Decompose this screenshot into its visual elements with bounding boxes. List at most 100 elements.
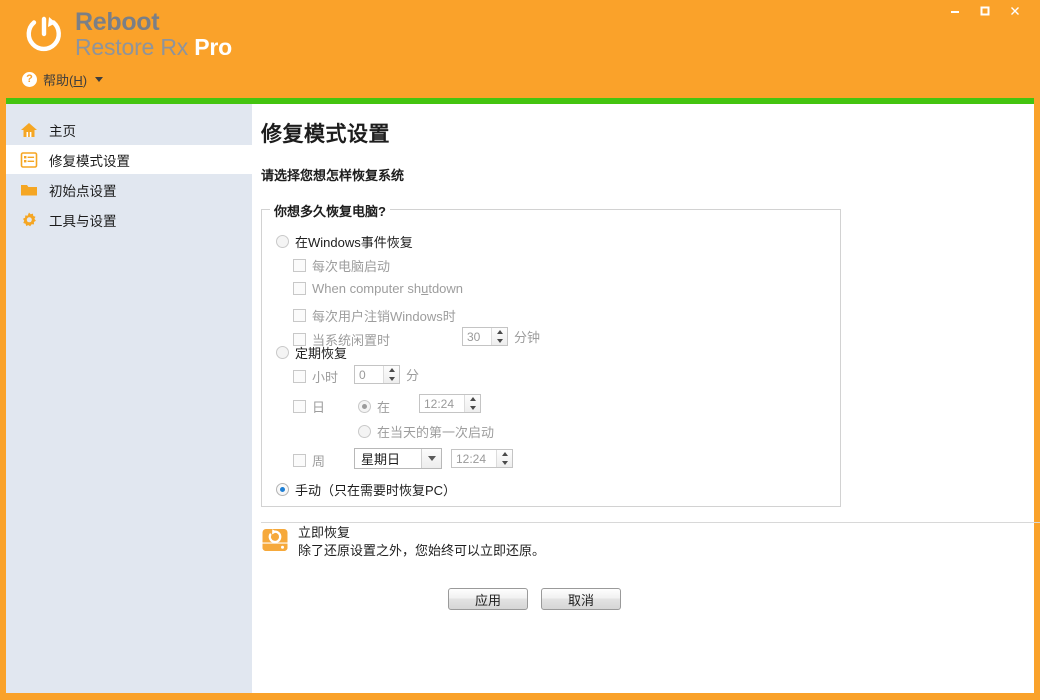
sidebar-item-label: 修复模式设置 [49,153,130,169]
stepper-down-icon[interactable] [465,404,480,413]
close-icon[interactable] [1000,0,1030,22]
checkbox-weeks-label: 周 [312,454,326,469]
day-time-value: 12:24 [424,396,455,411]
radio-periodic[interactable] [276,346,289,359]
week-time-stepper-buttons[interactable] [496,450,512,467]
maximize-icon[interactable] [970,0,1000,22]
sidebar-item-label: 初始点设置 [49,183,117,199]
action-buttons: 应用 取消 [448,588,621,610]
hours-stepper-buttons[interactable] [383,366,399,383]
hours-unit-label: 分 [406,368,420,383]
checkbox-shutdown-label: When computer shutdown [312,281,464,296]
sidebar-item-label: 工具与设置 [49,213,117,229]
brand-pro: Pro [194,34,232,60]
page-subtitle: 请选择您想怎样恢复系统 [261,168,405,183]
checkbox-hours[interactable] [293,370,306,383]
radio-windows-event[interactable] [276,235,289,248]
sidebar-item-repair-mode-settings[interactable]: 修复模式设置 [6,145,252,174]
radio-first-boot[interactable] [358,425,371,438]
radio-at-time[interactable] [358,400,371,413]
checkbox-every-boot-row[interactable]: 每次电脑启动 [293,256,390,275]
home-icon [20,121,38,139]
day-time-group: 12:24 [419,394,481,413]
radio-at-time-row[interactable]: 在 [358,397,390,416]
idle-minutes-stepper-buttons[interactable] [491,328,507,345]
content-pane: 修复模式设置 请选择您想怎样恢复系统 你想多久恢复电脑? 在Windows事件恢… [252,104,1040,693]
radio-manual-row[interactable]: 手动（只在需要时恢复PC） [276,480,456,499]
week-time-stepper[interactable]: 12:24 [451,449,513,468]
sidebar-item-home[interactable]: 主页 [6,115,252,144]
instant-restore-section: 立即恢复 除了还原设置之外，您始终可以立即还原。 [261,524,545,559]
gear-icon [20,211,38,229]
stepper-up-icon[interactable] [497,450,512,459]
radio-manual-label: 手动（只在需要时恢复PC） [295,483,457,498]
minimize-icon[interactable] [940,0,970,22]
checkbox-days[interactable] [293,400,306,413]
stepper-down-icon[interactable] [384,375,399,384]
checkbox-hours-label: 小时 [312,370,339,385]
checkbox-logoff[interactable] [293,309,306,322]
checkbox-every-boot[interactable] [293,259,306,272]
checkbox-weeks-row[interactable]: 周 [293,451,325,470]
radio-windows-event-row[interactable]: 在Windows事件恢复 [276,232,413,251]
idle-minutes-unit-label: 分钟 [514,330,541,345]
checkbox-shutdown-row[interactable]: When computer shutdown [293,281,463,296]
day-time-stepper-buttons[interactable] [464,395,480,412]
question-mark-icon: ? [22,72,37,87]
help-menu-label: 帮助(H) [43,73,88,88]
checkbox-logoff-label: 每次用户注销Windows时 [312,309,456,324]
instant-restore-description: 除了还原设置之外，您始终可以立即还原。 [298,542,546,558]
checkbox-hours-row[interactable]: 小时 [293,367,338,386]
radio-first-boot-row[interactable]: 在当天的第一次启动 [358,422,494,441]
help-menu[interactable]: ? 帮助(H) [22,70,104,89]
idle-minutes-group: 30 分钟 [462,327,540,346]
radio-at-time-label: 在 [377,400,391,415]
day-time-stepper[interactable]: 12:24 [419,394,481,413]
checkbox-logoff-row[interactable]: 每次用户注销Windows时 [293,306,456,325]
app-logo-text: Reboot Restore Rx Pro [75,10,232,59]
chevron-down-icon [95,77,104,82]
cancel-button[interactable]: 取消 [541,588,621,610]
brand-line-1: Reboot [75,8,160,36]
idle-minutes-value: 30 [467,329,481,344]
list-document-icon [20,151,38,169]
week-time-value: 12:24 [456,451,487,466]
weekday-select[interactable]: 星期日 [354,448,442,469]
hours-stepper[interactable]: 0 [354,365,400,384]
weekday-group: 星期日 12:24 [354,448,513,469]
instant-restore-text: 立即恢复 除了还原设置之外，您始终可以立即还原。 [298,524,545,559]
checkbox-every-boot-label: 每次电脑启动 [312,259,391,274]
folder-icon [20,181,38,199]
checkbox-days-row[interactable]: 日 [293,397,325,416]
restore-frequency-fieldset: 你想多久恢复电脑? 在Windows事件恢复 每次电脑启动 When compu… [261,201,841,507]
stepper-up-icon[interactable] [492,328,507,337]
section-divider [261,522,1040,523]
stepper-up-icon[interactable] [465,395,480,404]
hours-group: 0 分 [354,365,419,384]
application-window: Reboot Restore Rx Pro ? 帮助(H) 主页 修复模式设置 … [0,0,1040,700]
chevron-down-icon[interactable] [421,449,441,468]
radio-periodic-row[interactable]: 定期恢复 [276,343,347,362]
app-logo: Reboot Restore Rx Pro [22,10,232,59]
idle-minutes-stepper[interactable]: 30 [462,327,508,346]
hours-value: 0 [359,367,366,382]
restore-drive-icon [261,526,289,554]
page-title: 修复模式设置 [261,122,390,146]
radio-manual[interactable] [276,483,289,496]
checkbox-shutdown[interactable] [293,282,306,295]
sidebar-item-tools-and-settings[interactable]: 工具与设置 [6,205,252,234]
power-reboot-icon [22,13,66,57]
stepper-down-icon[interactable] [497,459,512,468]
checkbox-weeks[interactable] [293,454,306,467]
stepper-down-icon[interactable] [492,337,507,346]
checkbox-days-label: 日 [312,400,326,415]
title-bar: Reboot Restore Rx Pro ? 帮助(H) [6,0,1034,98]
radio-first-boot-label: 在当天的第一次启动 [377,425,495,440]
weekday-value: 星期日 [361,452,401,467]
sidebar-item-baseline-settings[interactable]: 初始点设置 [6,175,252,204]
radio-windows-event-label: 在Windows事件恢复 [295,235,413,250]
stepper-up-icon[interactable] [384,366,399,375]
fieldset-legend: 你想多久恢复电脑? [270,201,390,220]
apply-button[interactable]: 应用 [448,588,528,610]
window-body: 主页 修复模式设置 初始点设置 工具与设置 修复模式设置 请选择您想怎样恢复系统… [6,104,1040,693]
